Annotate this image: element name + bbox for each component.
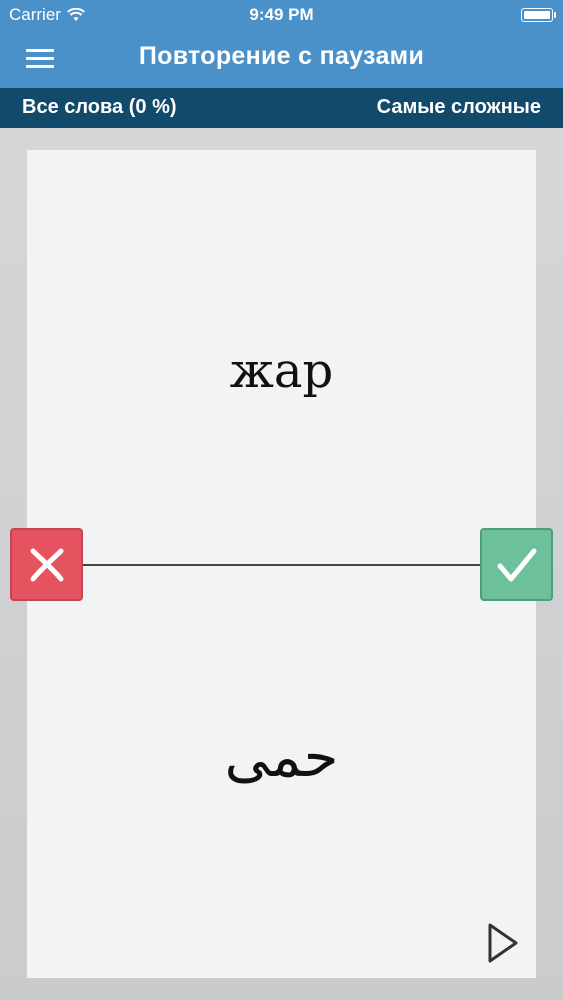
card-word: жар bbox=[229, 343, 334, 399]
flashcard[interactable]: жар حمى bbox=[27, 150, 536, 978]
battery-icon bbox=[521, 8, 556, 22]
all-words-filter[interactable]: Все слова (0 %) bbox=[22, 96, 177, 119]
status-time: 9:49 PM bbox=[249, 5, 314, 24]
x-icon bbox=[30, 548, 63, 581]
hamburger-menu-icon[interactable] bbox=[22, 44, 62, 74]
top-bar: Carrier 9:49 PM Повторение с паузами bbox=[0, 0, 563, 88]
wrong-answer-button[interactable] bbox=[10, 528, 83, 601]
card-translation: حمى bbox=[224, 725, 339, 790]
filter-bar: Все слова (0 %) Самые сложные bbox=[0, 88, 563, 128]
correct-answer-button[interactable] bbox=[480, 528, 553, 601]
status-bar: Carrier 9:49 PM bbox=[0, 0, 563, 30]
play-icon[interactable] bbox=[482, 921, 522, 965]
page-title: Повторение с паузами bbox=[138, 42, 425, 70]
checkmark-icon bbox=[497, 548, 536, 581]
card-divider bbox=[81, 564, 483, 566]
hardest-words-filter[interactable]: Самые сложные bbox=[377, 96, 541, 119]
navigation-bar: Повторение с паузами bbox=[0, 30, 563, 88]
